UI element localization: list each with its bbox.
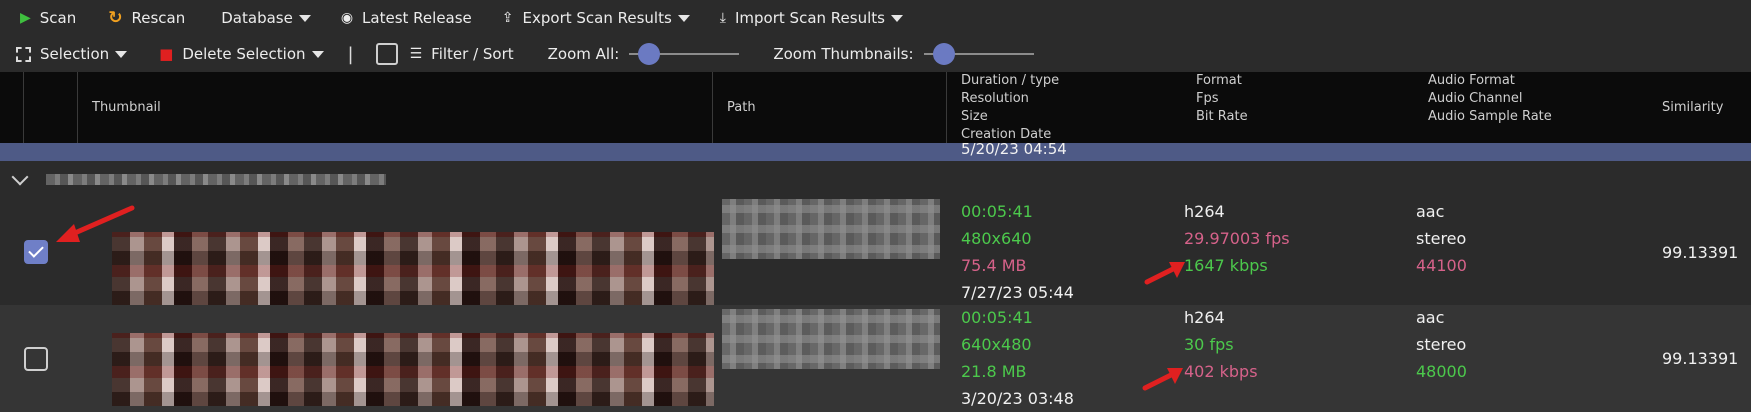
resolution-value: 480x640 [961,229,1032,248]
filter-sort-label: Filter / Sort [431,45,514,63]
prev-row-creation-date: 5/20/23 04:54 [961,140,1067,158]
latest-release-label: Latest Release [362,9,472,27]
github-icon: ◉ [340,10,354,26]
audio-format-value: aac [1416,308,1445,327]
zoom-all-thumb[interactable] [638,43,661,65]
creation-date-value: 3/20/23 03:48 [961,389,1074,408]
selection-menu[interactable]: Selection [0,36,137,72]
zoom-all-label: Zoom All: [547,45,620,63]
results-table-header: Thumbnail Path Duration / type Resolutio… [0,72,1751,144]
selection-icon [16,46,31,62]
bit-rate-value: 1647 kbps [1184,256,1268,275]
zoom-all-slider[interactable] [629,43,740,65]
scan-button[interactable]: ▶ Scan [0,0,86,36]
duration-value: 00:05:41 [961,308,1033,327]
export-scan-results-menu[interactable]: ⇪ Export Scan Results [492,0,700,36]
selection-label: Selection [40,45,110,63]
column-divider [946,72,947,144]
blurred-group-name [46,174,386,185]
audio-channel-value: stereo [1416,229,1467,248]
filter-sort-toggle[interactable]: ☰ Filter / Sort [375,36,524,72]
column-header-bit-rate[interactable]: Bit Rate [1196,108,1248,126]
duplicate-group-header[interactable] [0,161,1751,201]
format-value: h264 [1184,202,1225,221]
sort-icon: ☰ [409,46,423,62]
filter-checkbox[interactable] [375,43,398,65]
blurred-path [722,199,940,259]
delete-selection-label: Delete Selection [182,45,306,63]
table-row[interactable]: 00:05:41 640x480 21.8 MB 3/20/23 03:48 h… [0,305,1751,412]
zoom-thumbnails-control: Zoom Thumbnails: [773,36,1067,72]
database-label: Database [221,9,293,27]
column-header-size[interactable]: Size [961,108,988,126]
thumbnail-strip [112,232,714,305]
audio-sample-rate-value: 44100 [1416,256,1467,275]
blurred-path [722,309,940,369]
fps-value: 29.97003 fps [1184,229,1290,248]
zoom-thumbnails-thumb[interactable] [932,43,955,65]
annotation-arrow-icon [56,205,135,242]
chevron-down-icon [311,50,324,58]
selected-row-strip[interactable]: 5/20/23 04:54 [0,140,1751,161]
row-checkbox[interactable] [24,240,48,264]
format-value: h264 [1184,308,1225,327]
zoom-thumbnails-label: Zoom Thumbnails: [773,45,914,63]
zoom-all-control: Zoom All: [538,36,774,72]
main-toolbar: ▶ Scan ↻ Rescan Database ◉ Latest Releas… [0,0,1751,36]
column-header-format[interactable]: Format [1196,72,1242,90]
annotation-arrow-icon [1142,368,1183,391]
rescan-label: Rescan [131,9,186,27]
database-menu[interactable]: Database [211,0,321,36]
column-header-duration[interactable]: Duration / type [961,72,1059,90]
upload-icon: ⇪ [501,10,514,26]
size-value: 21.8 MB [961,362,1027,381]
audio-channel-value: stereo [1416,335,1467,354]
import-scan-results-menu[interactable]: ⤓ Import Scan Results [710,0,913,36]
latest-release-button[interactable]: ◉ Latest Release [331,0,482,36]
column-header-similarity[interactable]: Similarity [1662,99,1723,117]
zoom-thumbnails-slider[interactable] [923,43,1034,65]
chevron-down-icon [298,14,311,22]
toolbar-separator: | [347,43,354,65]
creation-date-value: 7/27/23 05:44 [961,283,1074,302]
similarity-value: 99.13391 [1662,349,1739,368]
thumbnail-strip [112,333,714,406]
chevron-down-icon [890,14,903,22]
size-value: 75.4 MB [961,256,1027,275]
column-header-audio-channel[interactable]: Audio Channel [1428,90,1522,108]
column-header-resolution[interactable]: Resolution [961,90,1029,108]
similarity-value: 99.13391 [1662,243,1739,262]
column-header-thumbnail[interactable]: Thumbnail [92,99,161,117]
column-divider [712,72,713,144]
duration-value: 00:05:41 [961,202,1033,221]
row-checkbox[interactable] [24,347,48,371]
scan-label: Scan [39,9,77,27]
download-icon: ⤓ [719,10,726,26]
annotation-arrow-icon [1144,262,1185,285]
refresh-icon: ↻ [108,7,123,28]
bit-rate-value: 402 kbps [1184,362,1258,381]
audio-sample-rate-value: 48000 [1416,362,1467,381]
column-header-audio-sample-rate[interactable]: Audio Sample Rate [1428,108,1552,126]
play-icon: ▶ [20,10,31,26]
column-divider [23,72,24,144]
chevron-down-icon[interactable] [11,168,29,186]
resolution-value: 640x480 [961,335,1032,354]
delete-selection-menu[interactable]: ■ Delete Selection [149,36,333,72]
import-label: Import Scan Results [735,9,885,27]
export-label: Export Scan Results [522,9,672,27]
trash-icon: ■ [159,44,174,63]
column-header-path[interactable]: Path [727,99,756,117]
fps-value: 30 fps [1184,335,1234,354]
audio-format-value: aac [1416,202,1445,221]
column-header-audio-format[interactable]: Audio Format [1428,72,1515,90]
rescan-button[interactable]: ↻ Rescan [98,0,195,36]
column-header-fps[interactable]: Fps [1196,90,1219,108]
secondary-toolbar: Selection ■ Delete Selection | ☰ Filter … [0,36,1751,72]
chevron-down-icon [677,14,690,22]
chevron-down-icon [115,50,128,58]
column-divider [77,72,78,144]
table-row[interactable]: 00:05:41 480x640 75.4 MB 7/27/23 05:44 h… [0,199,1751,305]
